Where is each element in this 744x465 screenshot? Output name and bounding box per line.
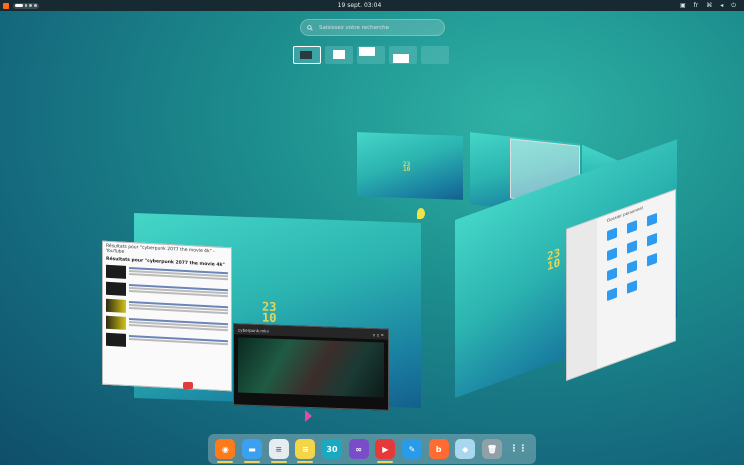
- desktop-logo: 23 10: [547, 245, 561, 274]
- network-icon[interactable]: ⌘: [706, 2, 712, 9]
- keyboard-layout[interactable]: fr: [694, 2, 699, 9]
- search-input[interactable]: [317, 23, 441, 32]
- window-controls-icon[interactable]: ▫ ▫ ✕: [373, 332, 384, 337]
- search-icon: [307, 24, 313, 31]
- running-indicator: [297, 461, 314, 463]
- folder-icon[interactable]: [607, 247, 617, 262]
- video-title: cyberpunk.mkv: [238, 326, 269, 334]
- clock[interactable]: 19 sept. 03:04: [338, 2, 382, 9]
- folder-icon[interactable]: [647, 212, 657, 227]
- clipboard-icon[interactable]: ▣: [680, 2, 686, 9]
- workspace-dot: [29, 4, 33, 7]
- dock-text-editor-icon[interactable]: ≡: [268, 439, 289, 463]
- menu-logo-icon[interactable]: [3, 2, 9, 9]
- desktop-logo: 23 10: [403, 160, 411, 174]
- workspace-thumbnail-5[interactable]: [421, 46, 449, 64]
- workspace-thumbnails: [293, 46, 449, 64]
- dock-apps-grid-icon[interactable]: ⋮⋮: [509, 439, 529, 459]
- workspace-thumbnail-1[interactable]: [293, 46, 321, 64]
- workspace-thumbnail-2[interactable]: [325, 46, 353, 64]
- volume-icon[interactable]: ◂: [720, 2, 723, 9]
- youtube-icon: [183, 382, 193, 389]
- dock-tor-icon[interactable]: ∞: [348, 439, 369, 459]
- desktop-logo: 23 10: [262, 299, 277, 325]
- dock-calendar-icon[interactable]: 30: [321, 439, 342, 459]
- dock-editor-blue-icon[interactable]: ✎: [401, 439, 422, 459]
- workspace-dot-active: [15, 4, 23, 7]
- dock: ◉ ▬ ≡ ≡ 30 ∞ ▶ ✎ b ◆ 🗑 ⋮⋮: [208, 434, 536, 464]
- running-indicator: [377, 461, 394, 463]
- files-sidebar: [567, 218, 598, 380]
- browser-window[interactable]: Résultats pour "cyberpunk 2077 the movie…: [102, 240, 232, 392]
- dock-files-icon[interactable]: ▬: [241, 439, 262, 463]
- workspace-dot: [34, 4, 38, 7]
- video-frame: [238, 337, 384, 398]
- search-bar[interactable]: [300, 19, 445, 36]
- folder-icon[interactable]: [607, 227, 617, 242]
- running-indicator: [217, 461, 234, 463]
- folder-icon[interactable]: [647, 252, 657, 267]
- running-indicator: [270, 461, 287, 463]
- workspace-face-top-left[interactable]: 23 10: [357, 132, 463, 200]
- workspace-indicator[interactable]: [13, 2, 39, 9]
- folder-icon[interactable]: [627, 280, 637, 294]
- power-icon[interactable]: ⏻: [731, 2, 736, 10]
- folder-icon[interactable]: [607, 267, 617, 282]
- folder-icon[interactable]: [627, 220, 637, 234]
- workspace-dot: [24, 4, 28, 7]
- running-indicator: [243, 461, 260, 463]
- dock-notes-icon[interactable]: ≡: [295, 439, 316, 463]
- dock-video-player-icon[interactable]: ▶: [375, 439, 396, 463]
- dock-mint-app-icon[interactable]: ◆: [455, 439, 476, 459]
- workspace-thumbnail-4[interactable]: [389, 46, 417, 64]
- dock-trash-icon[interactable]: 🗑: [481, 439, 502, 459]
- folder-icon[interactable]: [627, 260, 637, 274]
- folder-icon[interactable]: [607, 287, 617, 302]
- folder-icon[interactable]: [647, 232, 657, 247]
- video-player-window[interactable]: cyberpunk.mkv ▫ ▫ ✕: [233, 323, 389, 411]
- mouse-pointer-icon: [417, 208, 425, 219]
- workspace-thumbnail-3[interactable]: [357, 46, 385, 64]
- video-app-icon: [305, 410, 312, 422]
- dock-firefox-icon[interactable]: ◉: [215, 439, 236, 463]
- top-bar: 19 sept. 03:04 ▣ fr ⌘ ◂ ⏻: [0, 0, 744, 11]
- folder-icon[interactable]: [627, 240, 637, 254]
- dock-b-app-icon[interactable]: b: [428, 439, 449, 459]
